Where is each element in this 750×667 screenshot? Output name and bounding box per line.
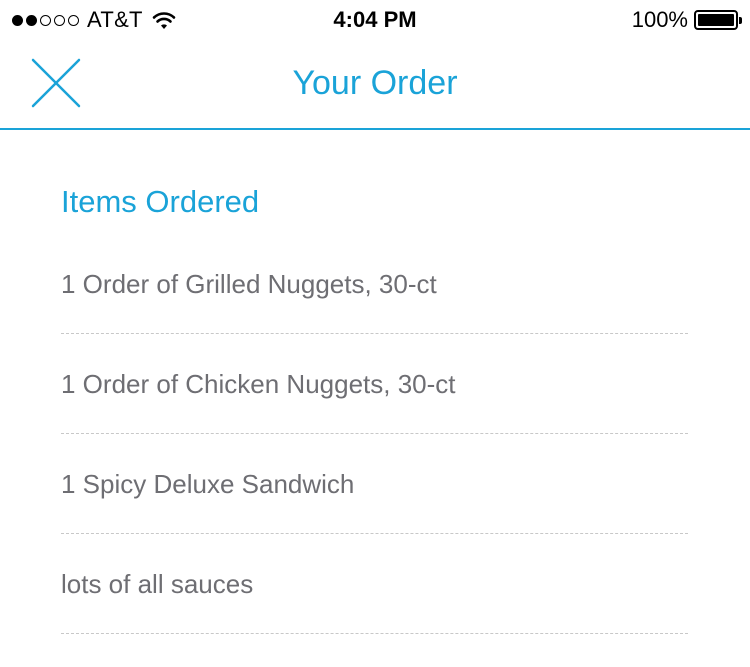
list-item-label: 1 Order of Chicken Nuggets, 30-ct [61,369,456,399]
list-item-label: lots of all sauces [61,569,254,599]
list-item: 1 Order of Chicken Nuggets, 30-ct [61,334,688,434]
nav-bar: Your Order [0,40,750,130]
section-title-items-ordered: Items Ordered [61,184,260,219]
list-item: 1 Order of Grilled Nuggets, 30-ct [61,234,688,334]
battery-percent: 100% [631,7,688,32]
list-item: 1 Spicy Deluxe Sandwich [61,434,688,534]
page-title: Your Order [292,64,458,102]
battery-fill [698,14,734,26]
ordered-items-list: 1 Order of Grilled Nuggets, 30-ct 1 Orde… [61,234,688,634]
list-item-label: 1 Spicy Deluxe Sandwich [61,469,355,499]
battery-icon [694,10,742,30]
battery-cap [739,17,742,24]
status-right: 100% [631,7,742,33]
status-bar: AT&T 4:04 PM 100% [0,0,750,40]
list-item-label: 1 Order of Grilled Nuggets, 30-ct [61,269,437,299]
list-item: lots of all sauces [61,534,688,634]
